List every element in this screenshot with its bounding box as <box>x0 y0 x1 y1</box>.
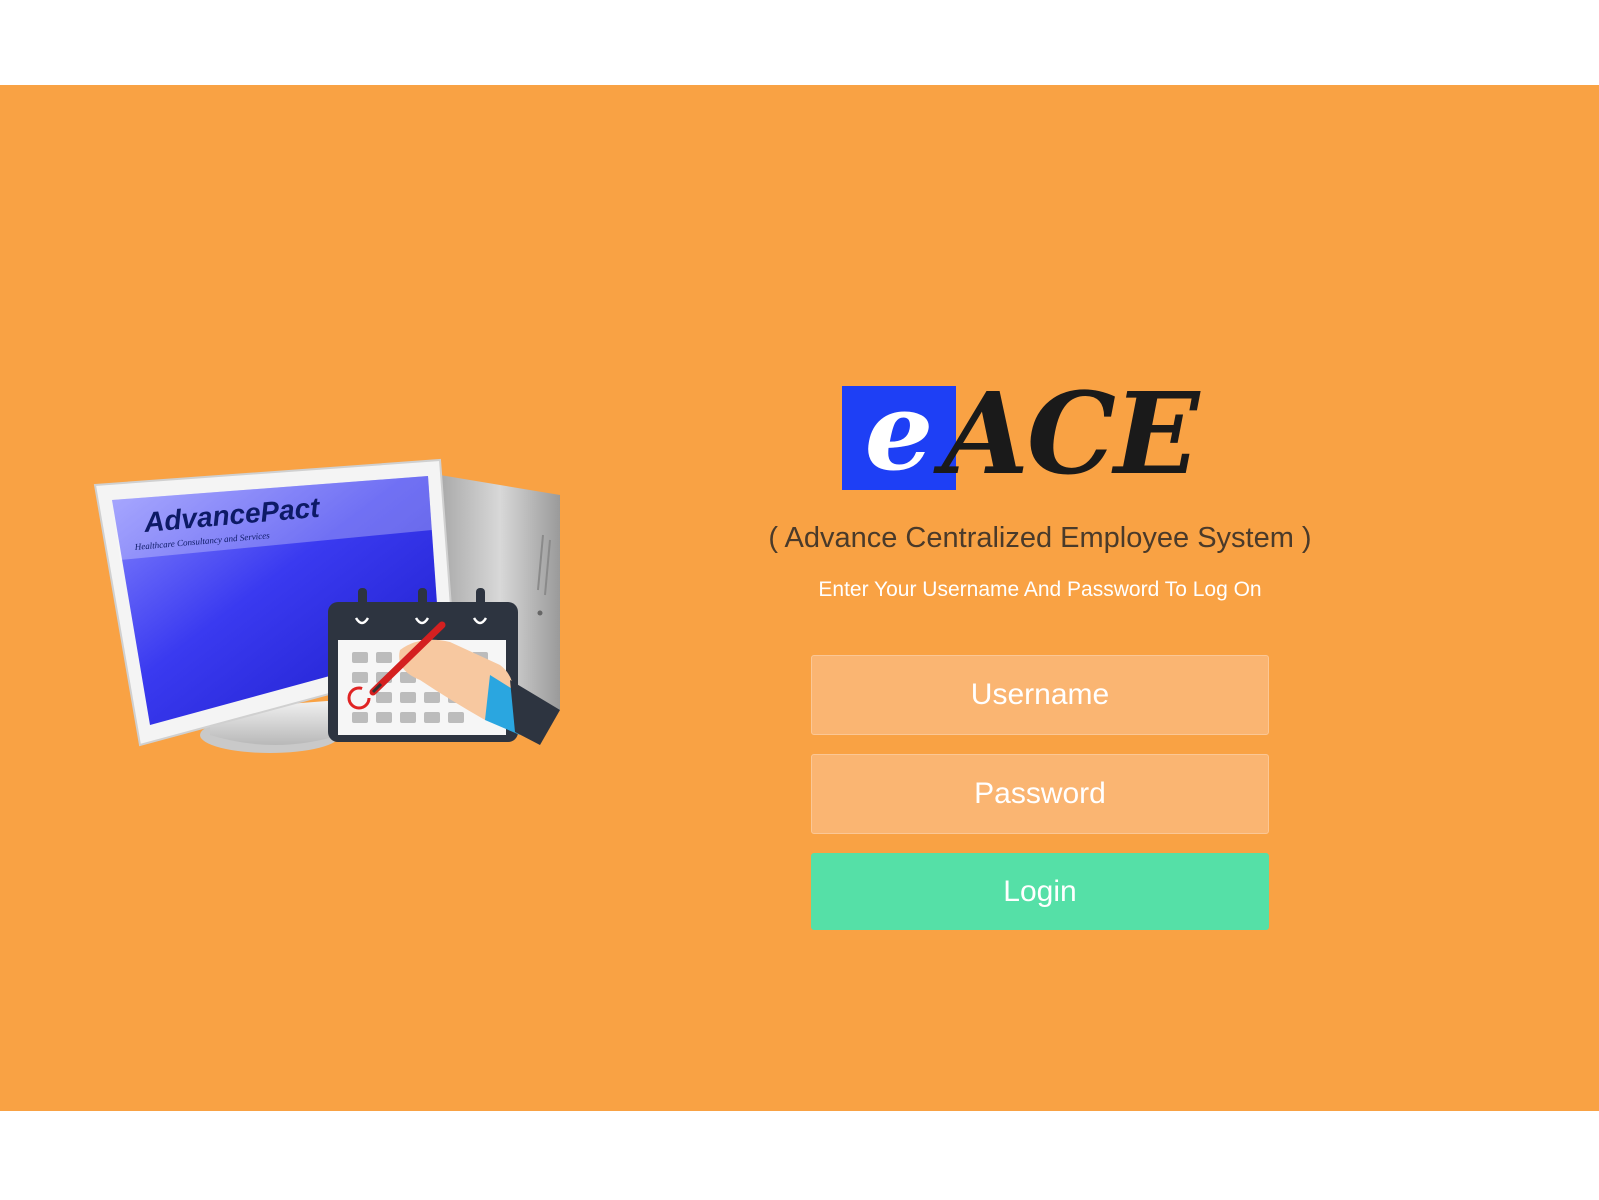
login-button[interactable]: Login <box>811 853 1269 930</box>
login-instruction: Enter Your Username And Password To Log … <box>818 578 1262 601</box>
username-input[interactable] <box>811 655 1269 735</box>
logo-e-letter: e <box>864 369 934 495</box>
login-panel: AdvancePact Healthcare Consultancy and S… <box>0 85 1599 1111</box>
password-input[interactable] <box>811 754 1269 834</box>
computer-calendar-illustration: AdvancePact Healthcare Consultancy and S… <box>90 380 590 780</box>
logo-e-box: e <box>842 369 956 495</box>
eace-logo: e ACE <box>842 369 1242 500</box>
logo-ace-text: ACE <box>942 369 1199 500</box>
system-subtitle: ( Advance Centralized Employee System ) <box>768 522 1312 554</box>
